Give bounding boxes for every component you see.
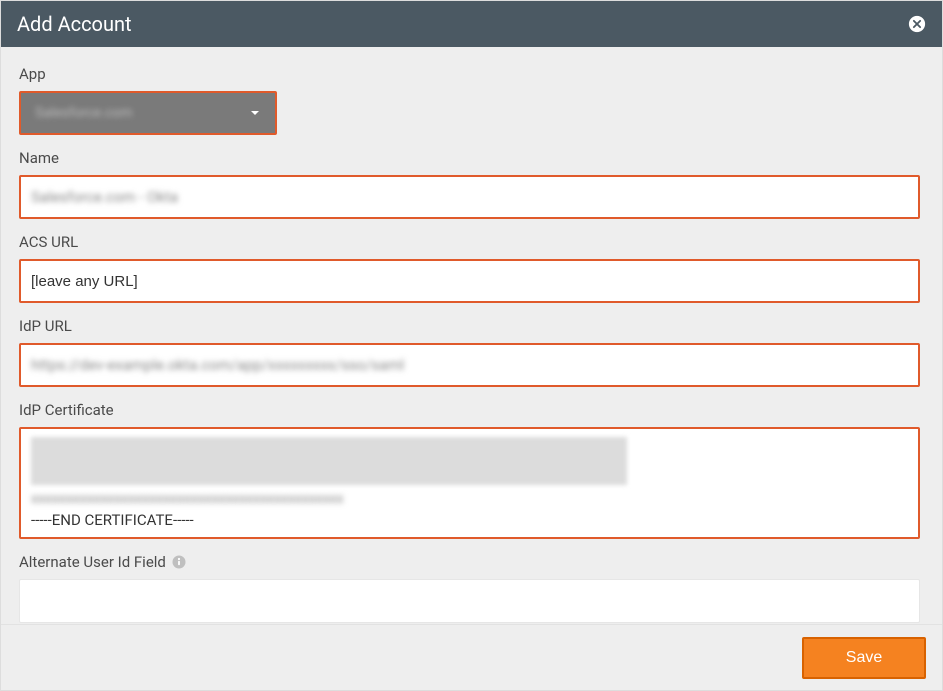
modal-footer: Save — [1, 624, 942, 690]
acs-url-group: ACS URL — [19, 233, 920, 303]
acs-url-input[interactable] — [19, 259, 920, 303]
idp-url-group: IdP URL https://dev-example.okta.com/app… — [19, 317, 920, 387]
info-icon[interactable] — [172, 555, 186, 569]
name-value: Salesforce.com - Okta — [31, 188, 178, 206]
close-icon — [908, 15, 926, 33]
app-select-value: Salesforce.com — [35, 105, 132, 121]
alt-user-id-label-text: Alternate User Id Field — [19, 553, 166, 571]
modal-title: Add Account — [17, 12, 132, 36]
idp-cert-textarea[interactable]: xxxxxxxxxxxxxxxxxxxxxxxxxxxxxxxxxxxxxxxx… — [19, 427, 920, 539]
alt-user-id-group: Alternate User Id Field — [19, 553, 920, 623]
alt-user-id-label: Alternate User Id Field — [19, 553, 920, 571]
name-group: Name Salesforce.com - Okta — [19, 149, 920, 219]
cert-end-line: -----END CERTIFICATE----- — [31, 511, 908, 529]
alt-user-id-input[interactable] — [19, 579, 920, 623]
acs-url-label: ACS URL — [19, 233, 920, 251]
save-button[interactable]: Save — [802, 637, 926, 679]
add-account-modal: Add Account App Salesforce.com Name — [0, 0, 943, 691]
idp-url-input[interactable]: https://dev-example.okta.com/app/xxxxxxx… — [19, 343, 920, 387]
app-select[interactable]: Salesforce.com — [19, 91, 277, 135]
app-group: App Salesforce.com — [19, 65, 920, 135]
idp-cert-label: IdP Certificate — [19, 401, 920, 419]
name-input[interactable]: Salesforce.com - Okta — [19, 175, 920, 219]
name-label: Name — [19, 149, 920, 167]
close-button[interactable] — [908, 15, 926, 33]
idp-cert-group: IdP Certificate xxxxxxxxxxxxxxxxxxxxxxxx… — [19, 401, 920, 539]
idp-url-label: IdP URL — [19, 317, 920, 335]
chevron-down-icon — [249, 104, 261, 123]
cert-redacted-line: xxxxxxxxxxxxxxxxxxxxxxxxxxxxxxxxxxxxxxxx… — [31, 491, 908, 507]
app-label: App — [19, 65, 920, 83]
modal-body[interactable]: App Salesforce.com Name Salesforce.com -… — [1, 47, 942, 624]
idp-url-value: https://dev-example.okta.com/app/xxxxxxx… — [31, 356, 404, 374]
cert-redacted-block — [31, 437, 627, 485]
modal-header: Add Account — [1, 1, 942, 47]
